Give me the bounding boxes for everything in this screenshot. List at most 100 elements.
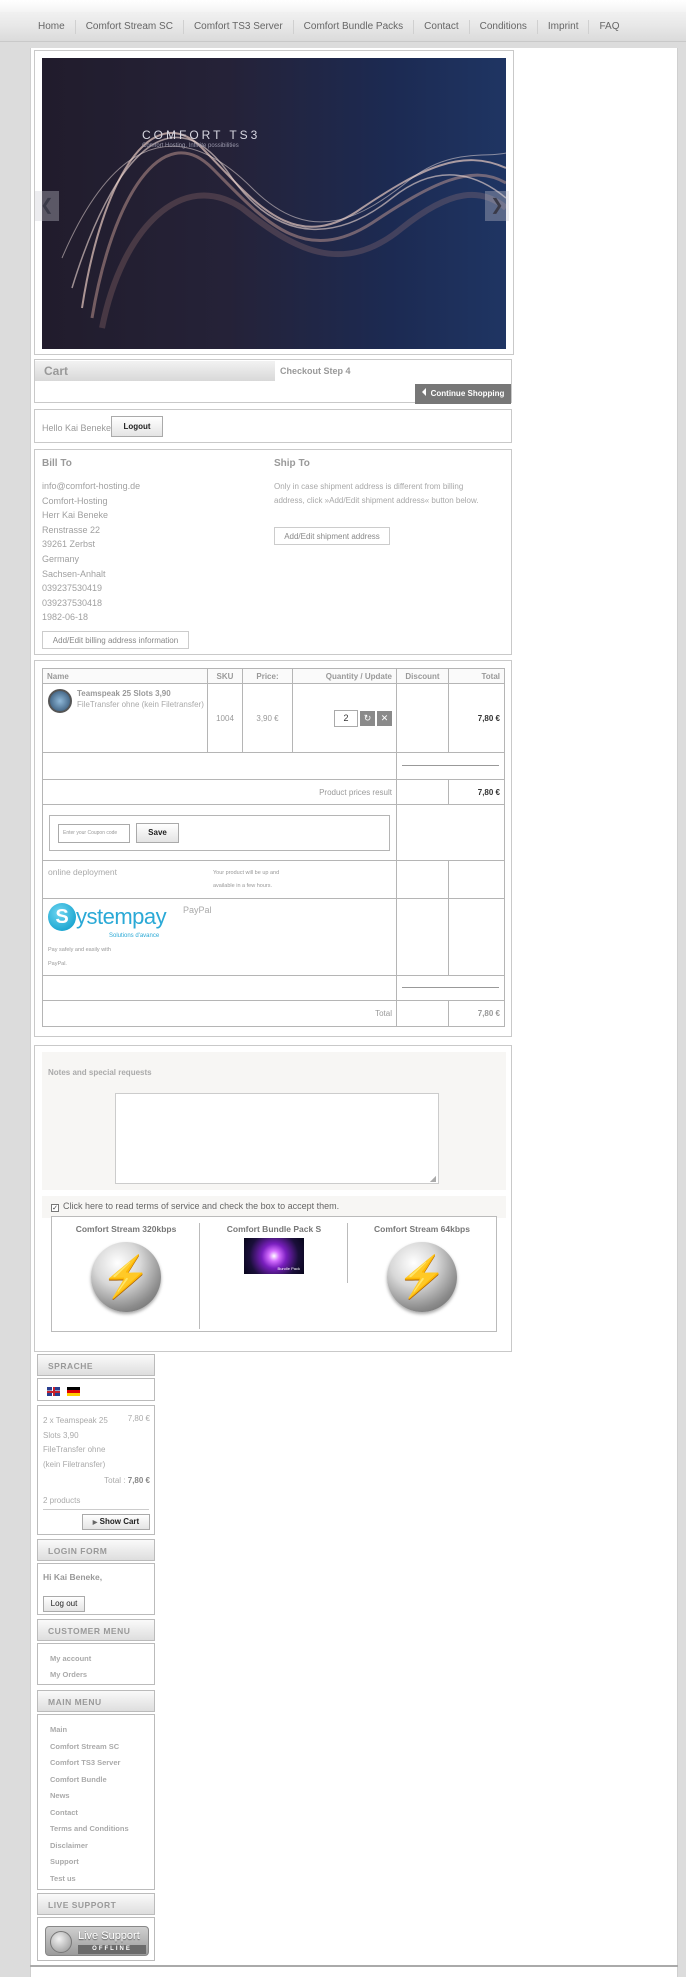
col-name: Name	[42, 668, 208, 684]
notes-section: Notes and special requests ◢	[42, 1052, 506, 1190]
notes-textarea[interactable]: ◢	[115, 1093, 439, 1184]
col-total: Total	[448, 668, 505, 684]
nav-comfort-bundle-packs[interactable]: Comfort Bundle Packs	[292, 20, 414, 34]
menu-comfort-stream-sc[interactable]: Comfort Stream SC	[50, 1742, 119, 1751]
topbar-sheen	[0, 0, 686, 12]
nav-comfort-ts3-server[interactable]: Comfort TS3 Server	[182, 20, 293, 34]
ship-to-text: Only in case shipment address is differe…	[274, 482, 479, 506]
promo-title[interactable]: Comfort Stream 64kbps	[348, 1224, 496, 1234]
edit-shipment-button[interactable]: Add/Edit shipment address	[274, 527, 390, 545]
product-promo-box: Comfort Stream 320kbps ⚡ Comfort Bundle …	[51, 1216, 497, 1332]
terms-row: ✓ Click here to read terms of service and…	[42, 1196, 506, 1218]
total-label: Total	[42, 1000, 397, 1027]
lightning-icon: ⚡	[397, 1255, 447, 1299]
nav-comfort-stream-sc[interactable]: Comfort Stream SC	[74, 20, 183, 34]
uk-flag-icon[interactable]	[47, 1387, 60, 1396]
subtotal-rule	[402, 765, 499, 766]
bill-name: Herr Kai Beneke	[42, 510, 109, 521]
menu-disclaimer[interactable]: Disclaimer	[50, 1841, 88, 1850]
bill-fax: 039237530418	[42, 597, 103, 608]
menu-comfort-bundle[interactable]: Comfort Bundle	[50, 1775, 107, 1784]
total-rule-cell	[396, 975, 505, 1001]
total-discount	[396, 1000, 449, 1027]
mini-cart-total-value: 7,80 €	[127, 1476, 150, 1485]
slider-next-button[interactable]: ❯	[485, 191, 509, 221]
nav-contact[interactable]: Contact	[413, 20, 468, 34]
stream-icon: ⚡	[91, 1242, 161, 1312]
menu-contact[interactable]: Contact	[50, 1808, 78, 1817]
slider-prev-button[interactable]: ❮	[35, 191, 59, 221]
menu-my-orders[interactable]: My Orders	[50, 1670, 87, 1679]
live-support-button[interactable]: Live Support OFFLINE	[45, 1926, 149, 1956]
promo-stream-64[interactable]: Comfort Stream 64kbps ⚡	[348, 1217, 496, 1317]
quantity-input[interactable]: 2	[334, 709, 358, 727]
menu-comfort-ts3-server[interactable]: Comfort TS3 Server	[50, 1758, 120, 1767]
remove-icon[interactable]: ✕	[377, 710, 392, 726]
bundle-image-text: Bundle Pack	[277, 1266, 300, 1271]
nav-imprint[interactable]: Imprint	[536, 20, 589, 34]
logout-button[interactable]: Logout	[111, 416, 163, 437]
product-name[interactable]: Teamspeak 25 Slots 3,90	[77, 689, 207, 698]
coupon-save-button[interactable]: Save	[136, 822, 179, 843]
systempay-logo-word: ystempay	[76, 904, 167, 929]
coupon-form: Enter your Coupon code Save	[49, 814, 390, 851]
order-summary-panel: Name SKU Price: Quantity / Update Discou…	[34, 660, 512, 1037]
main-menu-title-bar: MAIN MENU	[37, 1690, 155, 1712]
pre-total-row	[42, 975, 505, 1001]
login-title: LOGIN FORM	[48, 1546, 108, 1556]
col-price: Price:	[242, 668, 293, 684]
main-nav: Home Comfort Stream SC Comfort TS3 Serve…	[28, 20, 629, 34]
mini-cart-item: 2 x Teamspeak 25 Slots 3,90 FileTransfer…	[43, 1416, 108, 1469]
terms-text[interactable]: Click here to read terms of service and …	[63, 1201, 339, 1211]
order-header-row: Name SKU Price: Quantity / Update Discou…	[42, 668, 505, 684]
menu-news[interactable]: News	[50, 1791, 70, 1800]
promo-title[interactable]: Comfort Bundle Pack S	[200, 1224, 348, 1234]
promo-bundle-s[interactable]: Comfort Bundle Pack S Bundle Pack	[200, 1217, 348, 1317]
show-cart-button[interactable]: ▶ Show Cart	[82, 1514, 150, 1530]
coupon-side-cell	[396, 804, 505, 861]
sidebar-logout-button[interactable]: Log out	[43, 1596, 85, 1612]
order-table: Name SKU Price: Quantity / Update Discou…	[42, 668, 505, 1027]
shipment-discount	[396, 860, 449, 899]
menu-my-account[interactable]: My account	[50, 1654, 91, 1663]
prices-row: Product prices result 7,80 €	[42, 779, 505, 805]
menu-test-us[interactable]: Test us	[50, 1874, 76, 1883]
product-sku: 1004	[207, 683, 243, 753]
menu-main[interactable]: Main	[50, 1725, 67, 1734]
payment-row: S ystempay Solutions d'avance PayPal Pay…	[42, 898, 505, 976]
german-flag-icon[interactable]	[67, 1387, 80, 1396]
menu-terms-and-conditions[interactable]: Terms and Conditions	[50, 1824, 129, 1833]
customer-menu-title-bar: CUSTOMER MENU	[37, 1619, 155, 1641]
subtotal-rule-cell	[396, 752, 505, 780]
payment-description: Pay safely and easily with PayPal.	[48, 947, 111, 967]
menu-support[interactable]: Support	[50, 1857, 79, 1866]
coupon-input[interactable]: Enter your Coupon code	[58, 823, 130, 843]
nav-faq[interactable]: FAQ	[588, 20, 629, 34]
prices-value: 7,80 €	[448, 779, 505, 805]
refresh-icon[interactable]: ↻	[360, 710, 375, 726]
footer-divider	[30, 1965, 678, 1967]
live-support-status: OFFLINE	[78, 1945, 146, 1954]
terms-checkbox[interactable]: ✓	[51, 1204, 59, 1212]
product-discount	[396, 683, 449, 753]
edit-billing-button[interactable]: Add/Edit billing address information	[42, 631, 189, 649]
bill-company: Comfort-Hosting	[42, 495, 108, 506]
stream-icon: ⚡	[387, 1242, 457, 1312]
bill-birthday: 1982-06-18	[42, 612, 89, 623]
show-cart-label: Show Cart	[99, 1517, 140, 1526]
nav-conditions[interactable]: Conditions	[468, 20, 537, 34]
continue-shopping-button[interactable]: Continue Shopping	[415, 384, 511, 404]
checkout-step: Checkout Step 4	[280, 366, 351, 376]
banner-title: COMFORT TS3	[142, 128, 261, 142]
coupon-row: Enter your Coupon code Save	[42, 804, 505, 861]
login-form: Hi Kai Beneke, Log out	[37, 1563, 155, 1615]
promo-stream-320[interactable]: Comfort Stream 320kbps ⚡	[52, 1217, 200, 1317]
language-switcher	[37, 1378, 155, 1401]
resize-handle-icon: ◢	[429, 1174, 436, 1183]
payment-name[interactable]: PayPal	[183, 905, 212, 915]
nav-home[interactable]: Home	[28, 20, 75, 34]
customer-menu: My account My Orders	[37, 1643, 155, 1685]
banner-image: COMFORT TS3 Comfort Hosting. Infinite po…	[42, 58, 506, 349]
mini-cart-item-price: 7,80 €	[127, 1414, 150, 1423]
promo-title[interactable]: Comfort Stream 320kbps	[52, 1224, 200, 1234]
